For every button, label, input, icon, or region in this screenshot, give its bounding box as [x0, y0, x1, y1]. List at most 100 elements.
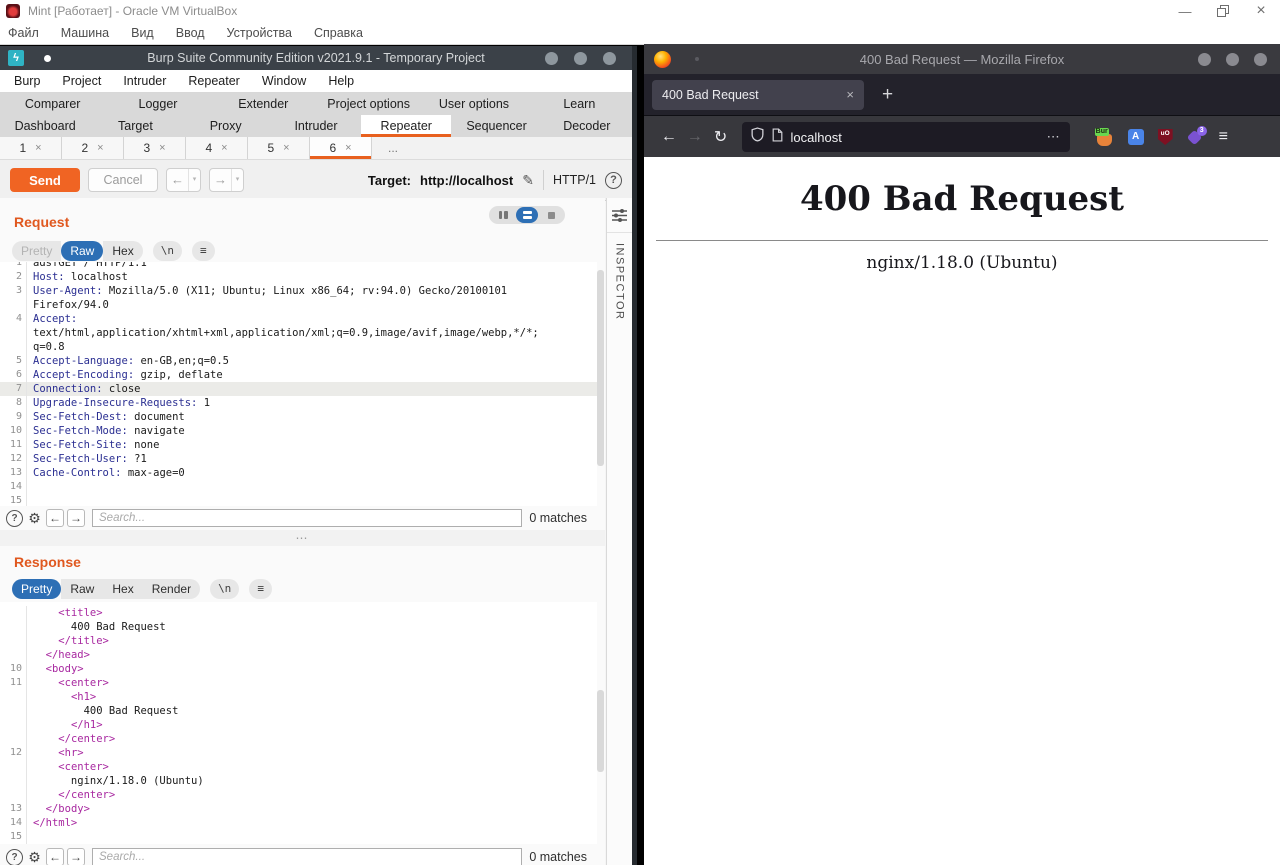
response-line[interactable]: <center> — [0, 760, 597, 774]
burp-menu-item-intruder[interactable]: Intruder — [123, 74, 166, 88]
burp-tab-proxy[interactable]: Proxy — [181, 115, 271, 137]
response-line[interactable]: 11 <center> — [0, 676, 597, 690]
request-line[interactable]: 11Sec-Fetch-Site: none — [0, 438, 597, 452]
repeater-tab-1[interactable]: 1× — [0, 137, 62, 159]
send-button[interactable]: Send — [10, 168, 80, 192]
repeater-tab-2[interactable]: 2× — [62, 137, 124, 159]
back-history-button[interactable]: ← ▾ — [166, 168, 201, 192]
search-settings-icon[interactable]: ⚙ — [26, 510, 43, 527]
request-line[interactable]: 2Host: localhost — [0, 270, 597, 284]
burp-menu-item-window[interactable]: Window — [262, 74, 306, 88]
request-line[interactable]: 12Sec-Fetch-User: ?1 — [0, 452, 597, 466]
ublock-extension-icon[interactable]: uO — [1158, 129, 1173, 145]
edit-target-icon[interactable]: ✎ — [522, 172, 534, 189]
response-line[interactable]: </head> — [0, 648, 597, 662]
burp-tab-target[interactable]: Target — [90, 115, 180, 137]
inspector-label[interactable]: INSPECTOR — [614, 243, 626, 320]
burp-tab-logger[interactable]: Logger — [105, 93, 210, 115]
restore-button[interactable] — [1204, 0, 1242, 22]
response-line[interactable]: nginx/1.18.0 (Ubuntu) — [0, 774, 597, 788]
response-tab-pretty[interactable]: Pretty — [12, 579, 61, 599]
burp-tab-comparer[interactable]: Comparer — [0, 93, 105, 115]
search-next-button[interactable]: → — [67, 848, 85, 865]
single-layout-button[interactable] — [540, 207, 562, 223]
close-tab-icon[interactable]: × — [221, 142, 227, 154]
response-line[interactable]: </title> — [0, 634, 597, 648]
burp-menu-item-burp[interactable]: Burp — [14, 74, 40, 88]
repeater-tab-5[interactable]: 5× — [248, 137, 310, 159]
request-tab-pretty[interactable]: Pretty — [12, 241, 61, 261]
request-line[interactable]: 3User-Agent: Mozilla/5.0 (X11; Ubuntu; L… — [0, 284, 597, 298]
request-line[interactable]: 9Sec-Fetch-Dest: document — [0, 410, 597, 424]
repeater-tab-4[interactable]: 4× — [186, 137, 248, 159]
cancel-button[interactable]: Cancel — [88, 168, 158, 192]
search-settings-icon[interactable]: ⚙ — [26, 849, 43, 865]
close-tab-icon[interactable]: × — [35, 142, 41, 154]
request-line[interactable]: 10Sec-Fetch-Mode: navigate — [0, 424, 597, 438]
url-text[interactable]: localhost — [791, 130, 842, 145]
burp-tab-extender[interactable]: Extender — [211, 93, 316, 115]
response-tab-render[interactable]: Render — [143, 579, 200, 599]
response-line[interactable]: </h1> — [0, 718, 597, 732]
request-tab-raw[interactable]: Raw — [61, 241, 103, 261]
editor-menu-button[interactable]: ≡ — [192, 241, 215, 261]
translate-extension-icon[interactable]: A — [1128, 129, 1144, 145]
request-line[interactable]: 6Accept-Encoding: gzip, deflate — [0, 368, 597, 382]
close-tab-icon[interactable]: × — [283, 142, 289, 154]
shield-icon[interactable] — [751, 127, 764, 147]
inspector-filter-icon[interactable] — [607, 198, 632, 233]
containers-extension-icon[interactable]: 3 — [1187, 129, 1205, 146]
response-line[interactable]: 400 Bad Request — [0, 704, 597, 718]
request-line[interactable]: 4Accept: — [0, 312, 597, 326]
close-button[interactable]: × — [1242, 0, 1280, 22]
search-next-button[interactable]: → — [67, 509, 85, 527]
burp-tab-sequencer[interactable]: Sequencer — [451, 115, 541, 137]
close-tab-icon[interactable]: × — [97, 142, 103, 154]
response-line[interactable]: 13 </body> — [0, 802, 597, 816]
request-search-input[interactable] — [92, 509, 522, 527]
request-line[interactable]: 13Cache-Control: max-age=0 — [0, 466, 597, 480]
repeater-tab-6[interactable]: 6× — [310, 137, 372, 159]
request-scrollbar[interactable] — [597, 270, 604, 466]
response-line[interactable]: </center> — [0, 788, 597, 802]
caret-down-icon[interactable]: ▾ — [232, 169, 243, 191]
close-tab-icon[interactable]: × — [846, 87, 854, 102]
foxyproxy-extension-icon[interactable]: Bur — [1096, 129, 1114, 146]
request-line[interactable]: 15 — [0, 494, 597, 506]
burp-tab-project-options[interactable]: Project options — [316, 93, 421, 115]
minimize-button[interactable]: — — [1166, 0, 1204, 22]
newline-toggle-button[interactable]: \n — [153, 241, 182, 261]
response-line[interactable]: 14</html> — [0, 816, 597, 830]
forward-history-button[interactable]: → ▾ — [209, 168, 244, 192]
repeater-tab-...[interactable]: ... — [372, 137, 414, 159]
history-forward-icon[interactable]: → — [210, 169, 232, 191]
search-prev-button[interactable]: ← — [46, 509, 64, 527]
history-back-icon[interactable]: ← — [167, 169, 189, 191]
page-actions-icon[interactable]: ⋯ — [1047, 129, 1061, 145]
request-line[interactable]: 5Accept-Language: en-GB,en;q=0.5 — [0, 354, 597, 368]
help-icon[interactable]: ? — [605, 172, 622, 189]
request-line[interactable]: 8Upgrade-Insecure-Requests: 1 — [0, 396, 597, 410]
request-code[interactable]: 1adsfGET / HTTP/1.12Host: localhost3User… — [0, 262, 597, 506]
newline-toggle-button[interactable]: \n — [210, 579, 239, 599]
host-menu-item-файл[interactable]: Файл — [8, 26, 39, 40]
burp-tab-intruder[interactable]: Intruder — [271, 115, 361, 137]
page-info-icon[interactable] — [772, 128, 783, 147]
host-menu-item-устройства[interactable]: Устройства — [227, 26, 292, 40]
rows-layout-button[interactable] — [516, 207, 538, 223]
forward-button[interactable]: → — [682, 128, 708, 146]
request-line[interactable]: 14 — [0, 480, 597, 494]
search-help-icon[interactable]: ? — [6, 849, 23, 865]
burp-menu-item-project[interactable]: Project — [62, 74, 101, 88]
host-menu-item-ввод[interactable]: Ввод — [176, 26, 205, 40]
search-help-icon[interactable]: ? — [6, 510, 23, 527]
response-scrollbar[interactable] — [597, 690, 604, 772]
request-tab-hex[interactable]: Hex — [103, 241, 142, 261]
burp-menu-item-repeater[interactable]: Repeater — [188, 74, 239, 88]
back-button[interactable]: ← — [656, 128, 682, 146]
request-line[interactable]: Firefox/94.0 — [0, 298, 597, 312]
reload-button[interactable]: ↻ — [708, 127, 734, 147]
hamburger-menu-icon[interactable]: ≡ — [1219, 128, 1228, 146]
response-search-input[interactable] — [92, 848, 522, 865]
burp-tab-learn[interactable]: Learn — [527, 93, 632, 115]
